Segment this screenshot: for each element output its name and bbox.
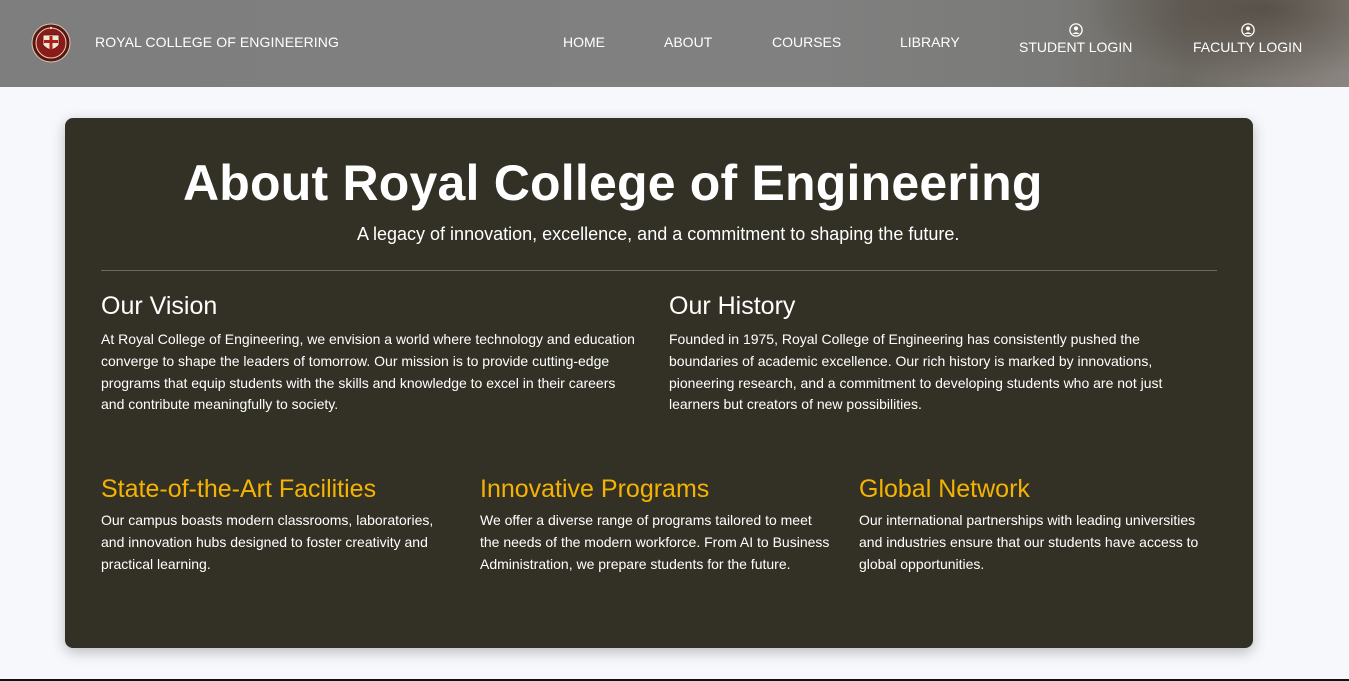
feature-heading-network: Global Network	[859, 475, 1030, 503]
history-text: Founded in 1975, Royal College of Engine…	[669, 331, 1163, 413]
user-circle-icon	[1240, 23, 1255, 37]
page-tagline: A legacy of innovation, excellence, and …	[357, 224, 960, 244]
page-title: About Royal College of Engineering	[183, 155, 1043, 211]
about-card: About Royal College of Engineering A leg…	[65, 118, 1253, 648]
vision-heading: Our Vision	[101, 292, 218, 320]
brand-name[interactable]: ROYAL COLLEGE OF ENGINEERING	[95, 34, 339, 50]
faculty-login-label: FACULTY LOGIN	[1193, 39, 1303, 55]
section-divider	[101, 270, 1217, 271]
college-crest-icon[interactable]	[31, 23, 71, 63]
user-circle-icon	[1068, 23, 1083, 37]
feature-text-network: Our international partnerships with lead…	[859, 512, 1199, 572]
feature-heading-programs: Innovative Programs	[480, 475, 710, 503]
nav-about[interactable]: ABOUT	[664, 34, 712, 50]
student-login-label: STUDENT LOGIN	[1019, 39, 1133, 55]
feature-heading-facilities: State-of-the-Art Facilities	[101, 475, 377, 503]
feature-text-programs: We offer a diverse range of programs tai…	[480, 512, 830, 572]
faculty-login-link[interactable]: FACULTY LOGIN	[1193, 23, 1302, 55]
nav-home[interactable]: HOME	[563, 34, 605, 50]
vision-text: At Royal College of Engineering, we envi…	[101, 331, 635, 413]
history-heading: Our History	[669, 292, 796, 320]
feature-text-facilities: Our campus boasts modern classrooms, lab…	[101, 512, 434, 572]
top-navbar: ROYAL COLLEGE OF ENGINEERING HOME ABOUT …	[0, 0, 1349, 87]
nav-library[interactable]: LIBRARY	[900, 34, 960, 50]
nav-courses[interactable]: COURSES	[772, 34, 841, 50]
student-login-link[interactable]: STUDENT LOGIN	[1019, 23, 1132, 55]
